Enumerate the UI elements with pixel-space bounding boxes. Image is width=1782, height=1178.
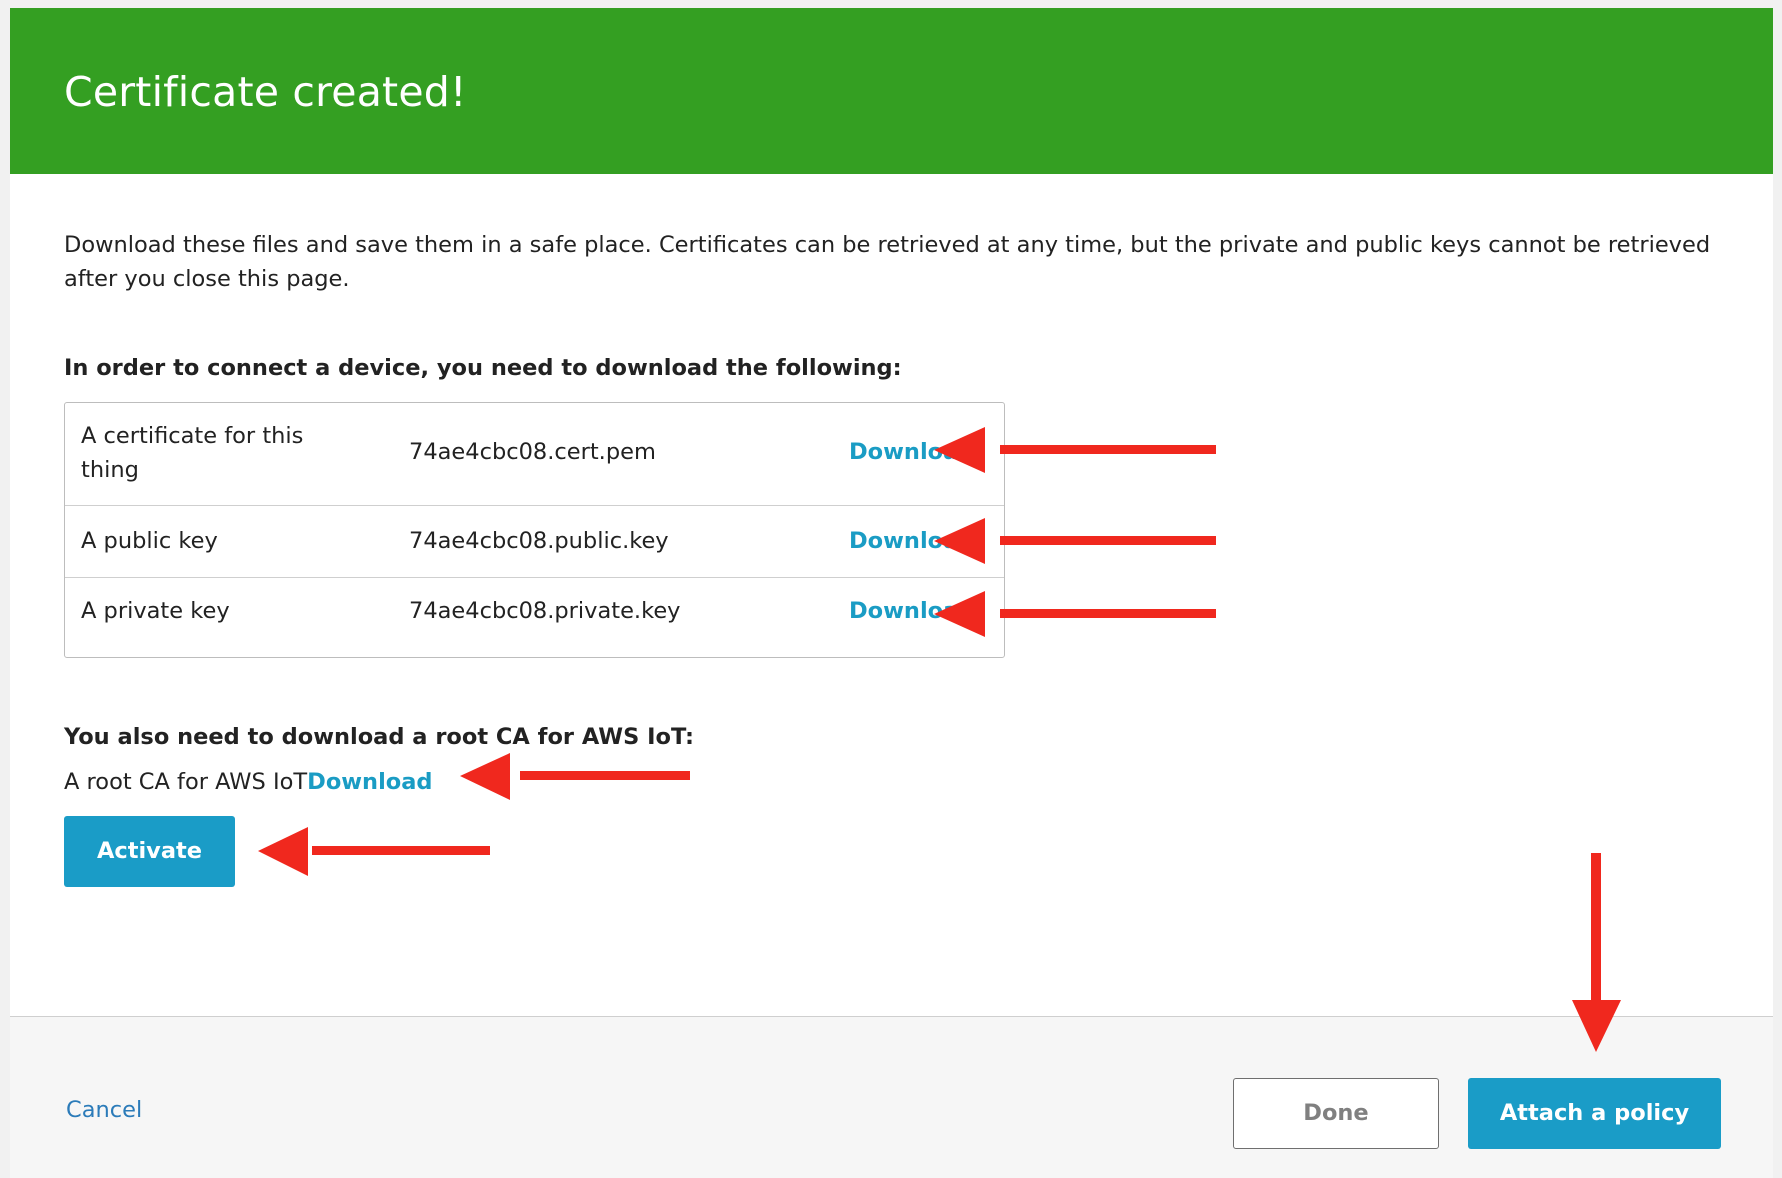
activate-button[interactable]: Activate [64,816,235,887]
cancel-link[interactable]: Cancel [66,1097,142,1123]
download-rootca-link[interactable]: Download [307,769,432,795]
done-button[interactable]: Done [1233,1078,1439,1149]
file-name: 74ae4cbc08.public.key [409,528,669,554]
file-description: A private key [81,598,230,624]
file-name: 74ae4cbc08.cert.pem [409,439,656,465]
rootca-heading: You also need to download a root CA for … [64,724,695,750]
download-certificate-link[interactable]: Download [849,435,974,469]
file-row-certificate: A certificate for this thing 74ae4cbc08.… [65,403,1004,505]
attach-policy-button[interactable]: Attach a policy [1468,1078,1721,1149]
files-table: A certificate for this thing 74ae4cbc08.… [64,402,1005,658]
download-private-key-link[interactable]: Download [849,594,974,628]
file-row-private-key: A private key 74ae4cbc08.private.key Dow… [65,577,1004,656]
file-description: A certificate for this thing [81,423,304,483]
dialog-header: Certificate created! [10,8,1773,174]
file-description: A public key [81,528,218,554]
rootca-line: A root CA for AWS IoTDownload [64,765,433,799]
rootca-label: A root CA for AWS IoT [64,769,308,795]
files-heading: In order to connect a device, you need t… [64,355,902,381]
download-public-key-link[interactable]: Download [849,524,974,558]
intro-text: Download these files and save them in a … [64,232,1711,292]
certificate-dialog: Certificate created! Download these file… [10,8,1773,1178]
file-row-public-key: A public key 74ae4cbc08.public.key Downl… [65,505,1004,577]
dialog-footer: Cancel Done Attach a policy [10,1016,1773,1178]
dialog-title: Certificate created! [64,68,467,116]
file-name: 74ae4cbc08.private.key [409,598,681,624]
